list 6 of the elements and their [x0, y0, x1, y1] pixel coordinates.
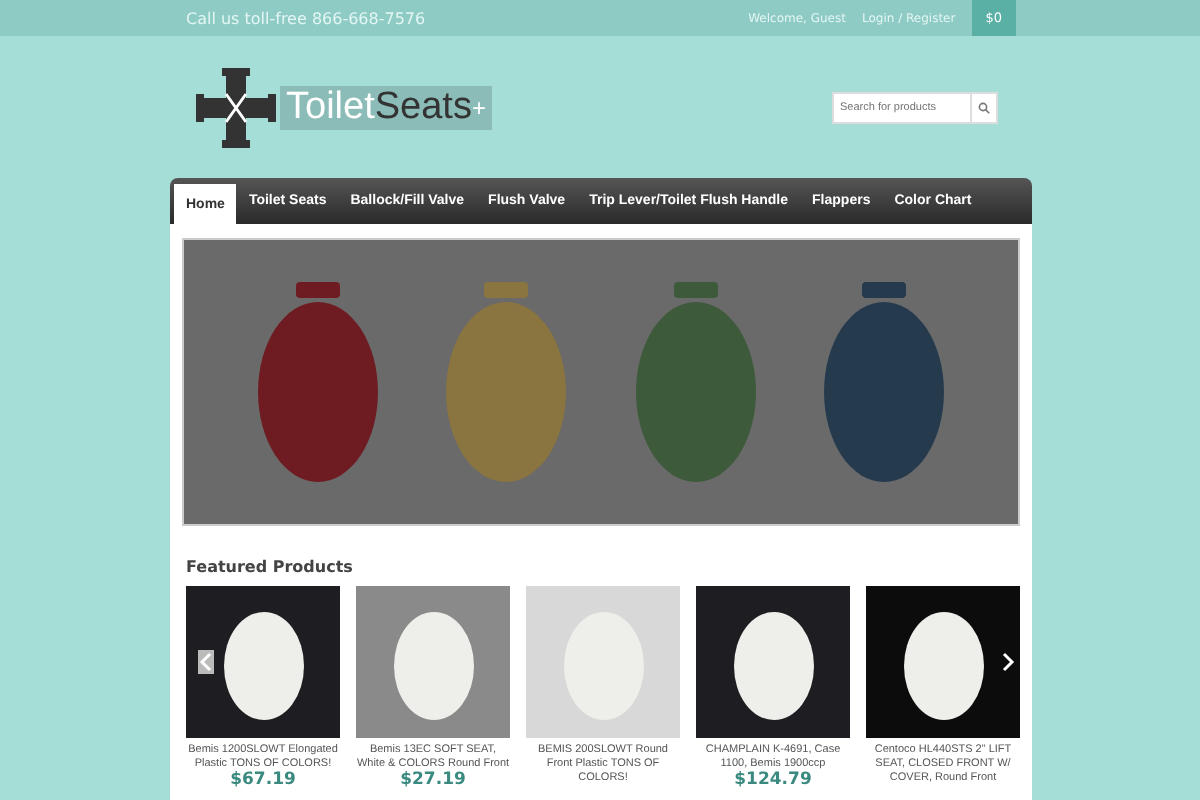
product-price: $124.79 [734, 771, 812, 789]
phone-number: Call us toll-free 866-668-7576 [186, 9, 426, 27]
product-price: $27.19 [400, 771, 466, 789]
section-title: Featured Products [186, 558, 355, 576]
product-price: $67.19 [230, 771, 296, 789]
logo-text[interactable]: ToiletSeats+ [280, 85, 492, 129]
